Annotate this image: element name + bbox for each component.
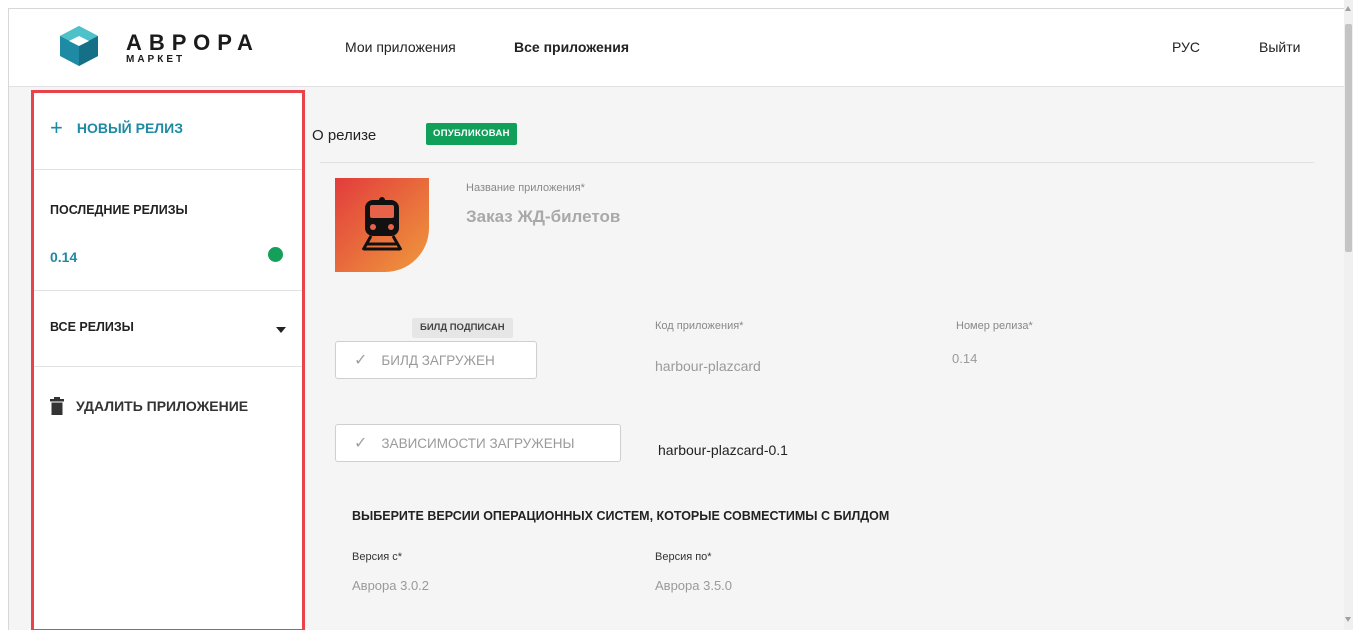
sidebar-recent-section xyxy=(32,170,304,291)
logo-subtitle: МАРКЕТ xyxy=(126,54,186,65)
app-name-label: Название приложения* xyxy=(466,182,585,194)
check-icon: ✓ xyxy=(354,435,368,452)
scroll-thumb[interactable] xyxy=(1345,24,1352,252)
status-badge: ОПУБЛИКОВАН xyxy=(426,123,517,145)
language-switch[interactable]: РУС xyxy=(1172,39,1200,55)
nav-all-apps[interactable]: Все приложения xyxy=(514,39,629,55)
all-releases-label: ВСЕ РЕЛИЗЫ xyxy=(50,320,134,334)
sidebar-new-release-section: + НОВЫЙ РЕЛИЗ xyxy=(32,92,304,170)
release-sidebar: + НОВЫЙ РЕЛИЗ ПОСЛЕДНИЕ РЕЛИЗЫ 0.14 ВСЕ … xyxy=(32,92,304,630)
logout-link[interactable]: Выйти xyxy=(1259,39,1300,55)
os-versions-heading: ВЫБЕРИТЕ ВЕРСИИ ОПЕРАЦИОННЫХ СИСТЕМ, КОТ… xyxy=(352,509,890,523)
page-title: О релизе xyxy=(312,127,377,144)
new-release-button[interactable]: + НОВЫЙ РЕЛИЗ xyxy=(50,115,183,140)
version-to-label: Версия по* xyxy=(655,551,712,563)
nav-my-apps[interactable]: Мои приложения xyxy=(345,39,456,55)
logo[interactable]: АВРОРА МАРКЕТ xyxy=(58,24,268,68)
build-uploaded-button[interactable]: ✓ БИЛД ЗАГРУЖЕН xyxy=(335,341,537,379)
release-number-label: Номер релиза* xyxy=(956,320,1033,332)
app-code-value: harbour-plazcard xyxy=(655,358,761,374)
check-icon: ✓ xyxy=(354,352,368,369)
delete-app-label: УДАЛИТЬ ПРИЛОЖЕНИЕ xyxy=(76,398,249,414)
top-header: АВРОРА МАРКЕТ Мои приложения Все приложе… xyxy=(9,9,1353,87)
version-to-value[interactable]: Аврора 3.5.0 xyxy=(655,578,732,593)
app-code-label: Код приложения* xyxy=(655,320,744,332)
deps-uploaded-button[interactable]: ✓ ЗАВИСИМОСТИ ЗАГРУЖЕНЫ xyxy=(335,424,621,462)
build-uploaded-label: БИЛД ЗАГРУЖЕН xyxy=(381,352,495,368)
app-name-value: Заказ ЖД-билетов xyxy=(466,207,621,226)
caret-down-icon xyxy=(276,327,286,333)
build-signed-badge: БИЛД ПОДПИСАН xyxy=(412,318,513,338)
version-from-value[interactable]: Аврора 3.0.2 xyxy=(352,578,429,593)
scroll-up-arrow-icon[interactable] xyxy=(1345,6,1351,11)
scroll-down-arrow-icon[interactable] xyxy=(1345,617,1351,622)
delete-app-button[interactable]: УДАЛИТЬ ПРИЛОЖЕНИЕ xyxy=(50,397,248,415)
release-number-value: 0.14 xyxy=(952,351,978,366)
release-link-latest[interactable]: 0.14 xyxy=(50,249,77,265)
published-status-dot xyxy=(268,247,283,262)
aurora-cube-icon xyxy=(60,26,98,66)
vertical-scrollbar[interactable] xyxy=(1344,0,1353,630)
deps-uploaded-label: ЗАВИСИМОСТИ ЗАГРУЖЕНЫ xyxy=(381,435,575,451)
logo-title: АВРОРА xyxy=(126,30,260,55)
deps-name: harbour-plazcard-0.1 xyxy=(658,442,788,458)
train-icon xyxy=(335,178,429,272)
recent-releases-heading: ПОСЛЕДНИЕ РЕЛИЗЫ xyxy=(50,203,188,217)
version-from-label: Версия с* xyxy=(352,551,403,563)
new-release-label: НОВЫЙ РЕЛИЗ xyxy=(76,120,183,136)
main-divider xyxy=(320,162,1314,163)
trash-icon xyxy=(50,397,64,415)
plus-icon: + xyxy=(50,115,63,140)
